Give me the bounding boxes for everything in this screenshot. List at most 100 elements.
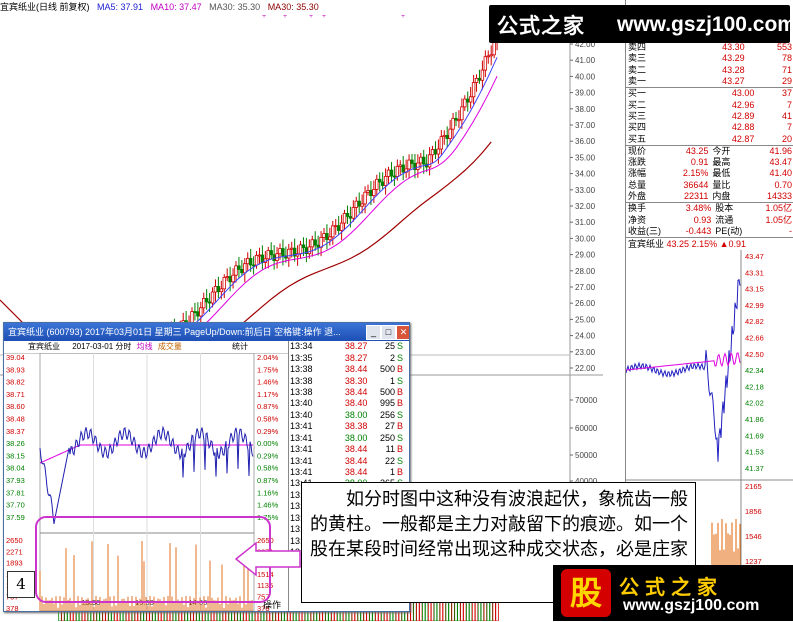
- candle-body: [328, 236, 332, 241]
- candle-body: [419, 156, 423, 164]
- ma5-label: MA5: 37.91: [97, 2, 144, 12]
- ask-row: 卖四 43.30 553: [626, 42, 793, 53]
- intraday-date: 2017-03-01 分时: [72, 342, 132, 351]
- candle-body: [483, 56, 488, 71]
- tick-time: 13:34: [290, 341, 313, 352]
- tick-side: B: [397, 364, 404, 375]
- mini-price-tick: 42.82: [745, 317, 764, 326]
- tick-price: 38.27: [344, 352, 368, 363]
- intraday-right-tick: 1514: [257, 570, 274, 579]
- candle-body: [301, 244, 306, 249]
- price-tick: 25.00: [575, 315, 596, 324]
- tick-time: 13:40: [290, 398, 313, 409]
- price-axis: 42.0041.0040.0039.0038.0037.0036.0035.00…: [570, 40, 596, 373]
- price-tick: 34.00: [575, 170, 596, 179]
- intraday-left-tick: 38.82: [6, 378, 25, 387]
- mini-price-tick: 43.31: [745, 268, 764, 277]
- candle-body: [386, 169, 391, 177]
- tick-side: S: [397, 375, 404, 386]
- tick-price: 38.27: [344, 341, 368, 352]
- price-tick: 26.00: [575, 299, 596, 308]
- candle-body: [468, 96, 473, 103]
- stat-label: 最高: [712, 157, 731, 168]
- candle-body: [398, 164, 402, 167]
- mini-vol-tick: 2165: [745, 482, 762, 491]
- site-logo: 股 公式之家 www.gszj100.com: [553, 565, 793, 621]
- ask-vol: 553: [776, 42, 792, 53]
- tick-row: 13:41 38.44 22 S: [289, 455, 409, 466]
- volume-tick: 50000: [575, 451, 598, 460]
- price-tick: 37.00: [575, 121, 596, 130]
- candle-body: [422, 156, 426, 165]
- candle-body: [290, 247, 294, 250]
- intraday-right-tick: 0.87%: [257, 476, 279, 485]
- candle-body: [416, 162, 420, 170]
- stats-button[interactable]: 统计: [232, 341, 248, 353]
- tick-volume: 27: [384, 421, 395, 432]
- stat2-row: 换手 3.48% 股本 1.05亿: [626, 203, 793, 214]
- tick-price: 38.40: [344, 398, 368, 409]
- bid-vol: 7: [786, 99, 792, 110]
- ask-label: 卖二: [628, 64, 647, 75]
- intraday-right-tick: 1.75%: [257, 513, 279, 522]
- intraday-left-tick: 1893: [6, 559, 23, 568]
- close-button[interactable]: ✕: [396, 325, 409, 340]
- maximize-button[interactable]: □: [381, 325, 396, 340]
- candle-body: [287, 248, 291, 259]
- tick-volume: 25: [384, 341, 395, 352]
- candle-body: [492, 40, 496, 56]
- stat2-value: -: [789, 225, 792, 236]
- stat2-value: 1.05亿: [765, 203, 792, 214]
- intraday-left-tick: 37.93: [6, 476, 25, 485]
- watermark-url: www.gszj100.com: [617, 13, 793, 36]
- candle-body: [204, 298, 209, 303]
- bid-price: 42.88: [731, 122, 755, 133]
- stat2-value: 3.48%: [685, 203, 712, 214]
- candle-body: [430, 149, 435, 156]
- stat-value: 14333: [766, 191, 792, 201]
- tick-side: B: [397, 444, 404, 455]
- tick-time: 13:38: [290, 364, 313, 375]
- page-number: 4: [7, 571, 35, 598]
- logo-cn: 公式之家: [619, 575, 723, 599]
- intraday-chart[interactable]: 39.04 2.04% 38.93 1.75% 38.82 1.46% 38.71 1.17%…: [4, 353, 288, 611]
- vol-label: 成交量: [157, 342, 182, 351]
- bid-row: 买五 42.87 20: [626, 133, 793, 144]
- ask-table: 卖四 43.30 553 卖三 43.29 78 卖二 43.28 71 卖一 43.27 29: [626, 42, 793, 87]
- price-tick: 24.00: [575, 332, 596, 341]
- intraday-right-tick: 2271: [257, 547, 274, 556]
- candle-body: [378, 178, 382, 183]
- intraday-right-tick: 0.58%: [257, 464, 279, 473]
- candle-body: [372, 188, 376, 197]
- candle-body: [445, 135, 449, 140]
- tick-time: 13:38: [290, 375, 313, 386]
- operate-button[interactable]: 操作: [263, 598, 281, 611]
- mini-price-tick: 42.18: [745, 382, 764, 391]
- stats-table: 现价 43.25 今开 41.96 涨跌 0.91 最高 43.47 涨幅 2.15% 最低 41.4…: [626, 146, 793, 202]
- intraday-left-tick: 38.60: [6, 402, 25, 411]
- price-tick: 28.00: [575, 267, 596, 276]
- window-titlebar[interactable]: 宜宾纸业 (600793) 2017年03月01日 星期三 PageUp/Dow…: [4, 323, 409, 341]
- tick-time: 13:38: [290, 386, 313, 397]
- minimize-button[interactable]: _: [366, 325, 381, 340]
- event-marker: +: [322, 15, 326, 20]
- mini-pct: 2.15%: [691, 239, 718, 250]
- mini-price-tick: 41.37: [745, 464, 764, 473]
- candle-body: [460, 106, 464, 121]
- mini-price-tick: 41.86: [745, 415, 764, 424]
- ask-label: 卖一: [628, 76, 647, 87]
- stat-row: 涨幅 2.15% 最低 41.40: [626, 168, 793, 179]
- tick-time: 13:35: [290, 352, 313, 363]
- ask-label: 卖三: [628, 53, 647, 64]
- tick-side: S: [397, 352, 404, 363]
- candle-body: [231, 274, 235, 283]
- bid-label: 买三: [628, 110, 647, 121]
- candle-body: [351, 207, 356, 219]
- intraday-right-tick: 0.29%: [257, 451, 279, 460]
- ma30-label-a: MA30: 35.30: [209, 2, 261, 12]
- stat-row: 涨跌 0.91 最高 43.47: [626, 157, 793, 168]
- tick-volume: 2: [389, 352, 395, 363]
- mini-price-tick: 41.69: [745, 431, 764, 440]
- mini-vol-tick: 1546: [745, 532, 762, 541]
- mini-price-tick: 42.50: [745, 350, 764, 359]
